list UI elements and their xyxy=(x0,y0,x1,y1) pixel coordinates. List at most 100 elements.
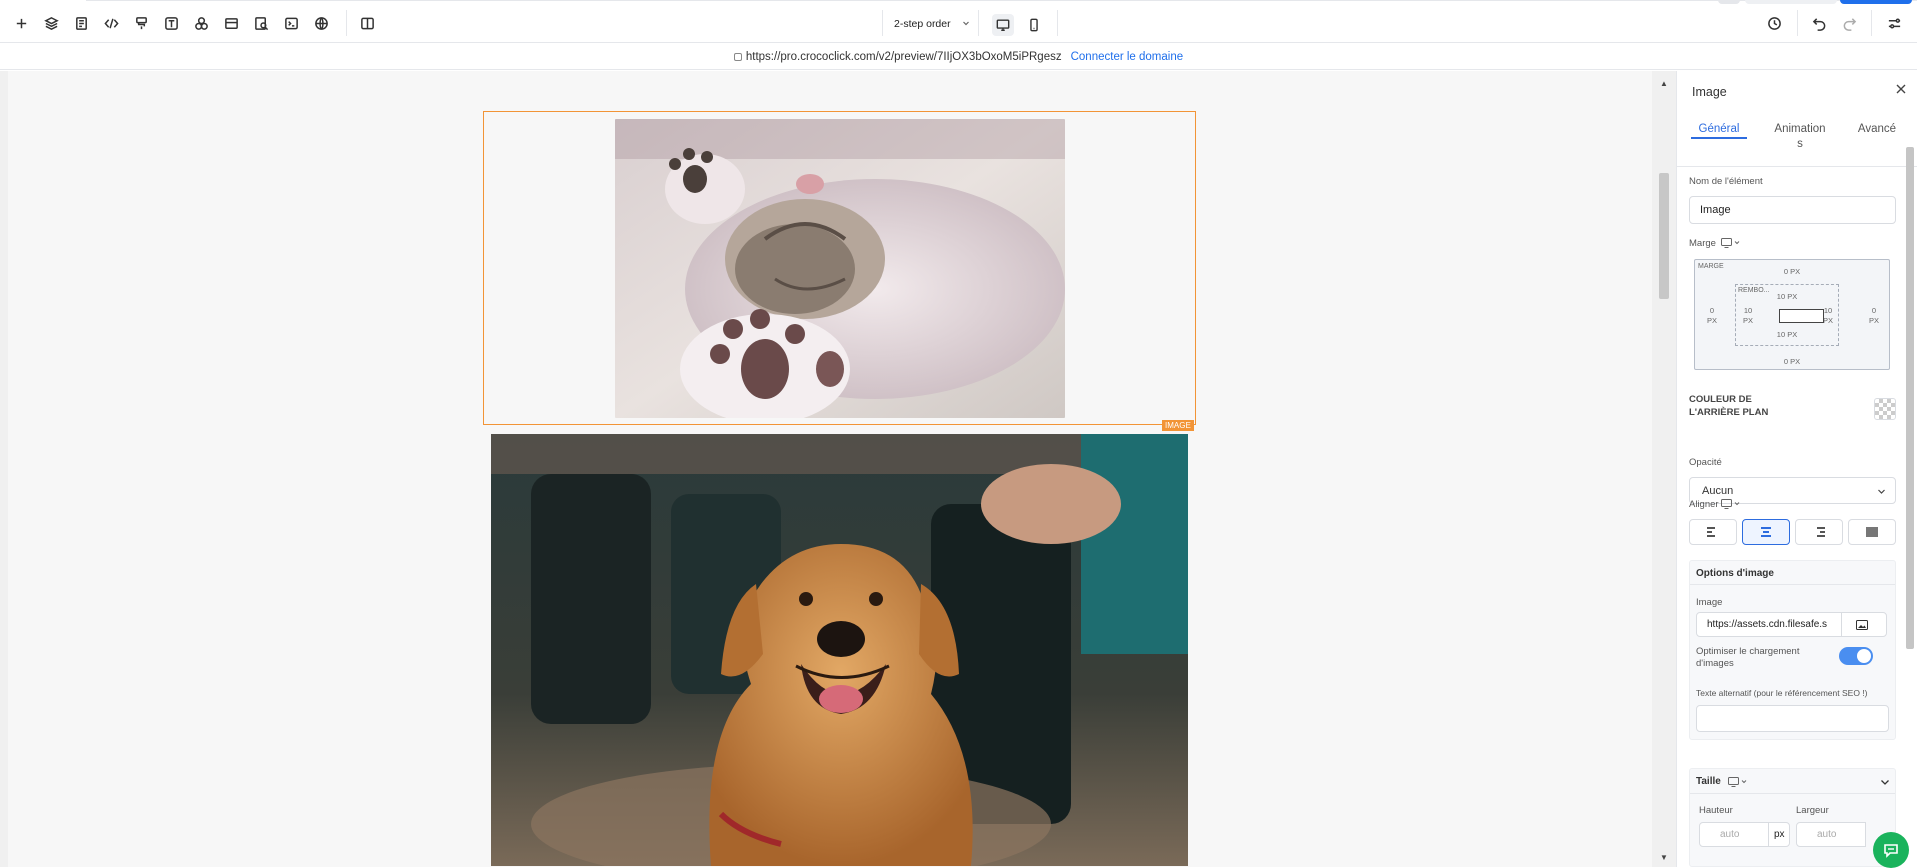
margin-label: Marge xyxy=(1689,238,1716,249)
image-options-title: Options d'image xyxy=(1690,561,1895,585)
panel-scrollbar[interactable] xyxy=(1904,133,1916,867)
chat-icon xyxy=(1884,844,1898,858)
top-right-pill[interactable] xyxy=(1745,0,1837,4)
desktop-responsive-icon[interactable] xyxy=(1728,777,1748,787)
panel-title: Image xyxy=(1692,85,1727,99)
golden-retriever-image[interactable] xyxy=(491,434,1188,866)
desktop-responsive-icon[interactable] xyxy=(1721,238,1741,248)
history-icon[interactable] xyxy=(1766,15,1782,31)
alt-text-label: Texte alternatif (pour le référencement … xyxy=(1696,688,1868,698)
align-justify-icon xyxy=(1866,527,1878,537)
margin-left-value[interactable]: 0 PX xyxy=(1705,306,1719,326)
paint-icon[interactable] xyxy=(133,15,149,31)
align-center-icon xyxy=(1761,527,1771,537)
canvas-scroll-thumb[interactable] xyxy=(1659,173,1669,299)
image-url-label: Image xyxy=(1696,597,1723,608)
opacity-label: Opacité xyxy=(1689,457,1722,468)
publish-button-edge[interactable] xyxy=(1840,0,1912,4)
close-icon[interactable] xyxy=(1895,83,1907,95)
shapes-icon[interactable] xyxy=(193,15,209,31)
align-right-icon xyxy=(1817,527,1825,537)
margin-left-unit: PX xyxy=(1706,316,1717,325)
padding-left-number: 10 xyxy=(1743,306,1753,315)
margin-top-value[interactable]: 0 PX xyxy=(1695,267,1889,276)
optimize-label-line1: Optimiser le chargement xyxy=(1696,646,1800,657)
connect-domain-link[interactable]: Connecter le domaine xyxy=(1071,51,1184,63)
pages-icon[interactable] xyxy=(73,15,89,31)
align-right-button[interactable] xyxy=(1795,519,1843,545)
redo-icon[interactable] xyxy=(1841,15,1857,31)
background-color-swatch[interactable] xyxy=(1874,398,1896,420)
padding-left-unit: PX xyxy=(1742,316,1753,325)
element-name-input[interactable]: Image xyxy=(1689,196,1896,224)
padding-left-value[interactable]: 10 PX xyxy=(1741,306,1755,326)
plus-icon[interactable] xyxy=(13,15,29,31)
image-url-value: https://assets.cdn.filesafe.s xyxy=(1707,619,1828,630)
toolbar-separator xyxy=(1871,10,1872,36)
box-model-editor: MARGE 0 PX 0 PX 0 PX 0 PX REMBO... 10 PX 1… xyxy=(1694,259,1890,370)
desktop-responsive-icon[interactable] xyxy=(1721,499,1741,509)
scroll-up-arrow-icon[interactable]: ▲ xyxy=(1660,79,1668,88)
background-color-label: COULEUR DE L'ARRIÈRE PLAN xyxy=(1689,393,1768,419)
terminal-icon[interactable] xyxy=(283,15,299,31)
undo-icon[interactable] xyxy=(1811,15,1827,31)
section-icon[interactable] xyxy=(223,15,239,31)
globe-icon[interactable] xyxy=(313,15,329,31)
margin-right-value[interactable]: 0 PX xyxy=(1867,306,1881,326)
code-icon[interactable] xyxy=(103,15,119,31)
element-name-label: Nom de l'élément xyxy=(1689,176,1763,187)
chevron-down-icon xyxy=(1878,489,1885,494)
margin-bottom-value[interactable]: 0 PX xyxy=(1695,357,1889,366)
size-title: Taille xyxy=(1696,776,1721,787)
kitten-image[interactable] xyxy=(615,119,1065,418)
size-header-divider xyxy=(1690,793,1895,794)
text-icon[interactable] xyxy=(163,15,179,31)
tab-advanced[interactable]: Avancé xyxy=(1852,122,1902,137)
step-order-label: 2-step order xyxy=(894,18,951,30)
image-url-input[interactable]: https://assets.cdn.filesafe.s xyxy=(1696,612,1842,637)
align-left-button[interactable] xyxy=(1689,519,1737,545)
preview-url[interactable]: https://pro.crococlick.com/v2/preview/7I… xyxy=(746,51,1062,63)
settings-sliders-icon[interactable] xyxy=(1886,15,1902,31)
top-toolbar: 2-step order xyxy=(0,0,1917,43)
split-view-icon[interactable] xyxy=(359,15,375,31)
alt-text-input[interactable] xyxy=(1696,705,1889,732)
layers-icon[interactable] xyxy=(43,15,59,31)
padding-bottom-value[interactable]: 10 PX xyxy=(1736,330,1838,339)
tab-general[interactable]: Général xyxy=(1691,122,1747,137)
panel-scroll-thumb[interactable] xyxy=(1906,147,1914,649)
optimize-images-toggle[interactable] xyxy=(1839,647,1873,665)
height-unit-select[interactable]: px xyxy=(1768,822,1790,847)
margin-right-number: 0 xyxy=(1871,306,1877,315)
background-color-label-line1: COULEUR DE xyxy=(1689,394,1752,405)
mobile-view-button[interactable] xyxy=(1023,14,1045,36)
toolbar-separator xyxy=(346,10,347,36)
chevron-down-icon xyxy=(963,21,969,26)
scroll-down-arrow-icon[interactable]: ▼ xyxy=(1660,853,1668,862)
align-center-button[interactable] xyxy=(1742,519,1790,545)
align-full-button[interactable] xyxy=(1848,519,1896,545)
top-right-pill[interactable] xyxy=(1718,0,1740,4)
width-input[interactable]: auto xyxy=(1796,822,1866,847)
padding-right-unit: PX xyxy=(1822,316,1833,325)
size-section: Taille Hauteur Largeur auto px auto xyxy=(1689,768,1896,867)
image-options-section: Options d'image Image https://assets.cdn… xyxy=(1689,560,1896,740)
image-picker-button[interactable] xyxy=(1841,612,1887,637)
padding-top-value[interactable]: 10 PX xyxy=(1736,292,1838,301)
chat-support-button[interactable] xyxy=(1873,832,1909,868)
margin-right-unit: PX xyxy=(1868,316,1879,325)
align-left-icon xyxy=(1707,527,1715,537)
chevron-down-icon[interactable] xyxy=(1880,777,1890,787)
height-placeholder: auto xyxy=(1720,829,1740,840)
optimize-images-label: Optimiser le chargement d'images xyxy=(1696,646,1799,670)
editor-canvas: IMAGE ▲ ▼ xyxy=(0,71,1676,867)
step-order-select[interactable]: 2-step order xyxy=(882,10,978,38)
search-page-icon[interactable] xyxy=(253,15,269,31)
height-input[interactable]: auto xyxy=(1699,822,1769,847)
lock-icon xyxy=(733,52,742,61)
tab-animations-wrap[interactable]: s xyxy=(1770,137,1830,152)
desktop-view-button[interactable] xyxy=(992,14,1014,36)
margin-left-number: 0 xyxy=(1709,306,1715,315)
element-settings-panel: Image Général Animation s Avancé Nom de … xyxy=(1676,71,1917,867)
tab-animations[interactable]: Animation xyxy=(1770,122,1830,137)
